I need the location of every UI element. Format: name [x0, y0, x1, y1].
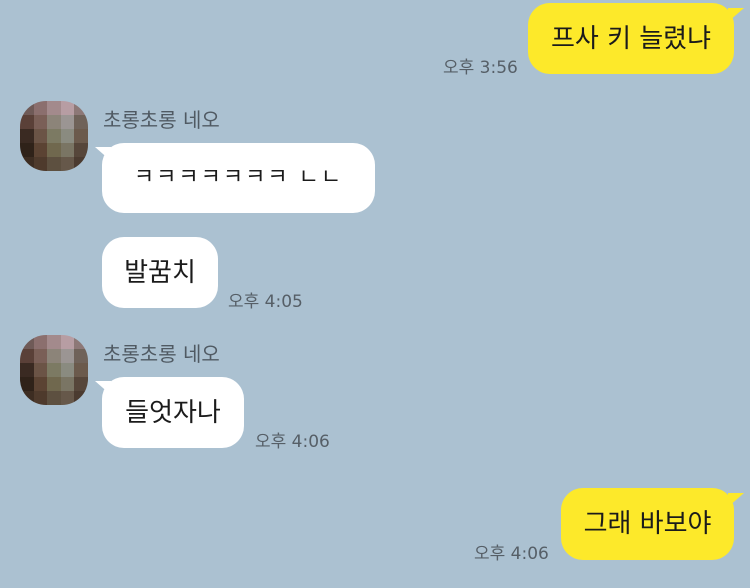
incoming-message-bubble[interactable]: 발꿈치	[102, 237, 218, 308]
sender-avatar-icon[interactable]	[20, 101, 88, 171]
incoming-message-bubble[interactable]: ㅋㅋㅋㅋㅋㅋㅋ ㄴㄴ	[102, 143, 375, 213]
message-timestamp: 오후 4:06	[255, 432, 330, 452]
message-text: 들엇자나	[125, 397, 221, 428]
message-text: 발꿈치	[124, 257, 196, 288]
bubble-tail	[728, 8, 744, 22]
message-text: ㅋㅋㅋㅋㅋㅋㅋ ㄴㄴ	[133, 165, 344, 190]
message-text: 프사 키 늘렸냐	[550, 23, 712, 54]
my-message-bubble[interactable]: 그래 바보야	[561, 488, 734, 560]
sender-avatar-icon[interactable]	[20, 335, 88, 405]
message-timestamp: 오후 4:06	[474, 544, 549, 564]
message-text: 그래 바보야	[583, 509, 712, 539]
bubble-tail	[728, 493, 744, 507]
sender-name: 초롱초롱 네오	[103, 342, 220, 366]
my-message-bubble[interactable]: 프사 키 늘렸냐	[528, 3, 734, 74]
sender-name: 초롱초롱 네오	[103, 108, 220, 132]
message-timestamp: 오후 4:05	[228, 292, 303, 312]
incoming-message-bubble[interactable]: 들엇자나	[102, 377, 244, 448]
message-timestamp: 오후 3:56	[443, 58, 518, 78]
